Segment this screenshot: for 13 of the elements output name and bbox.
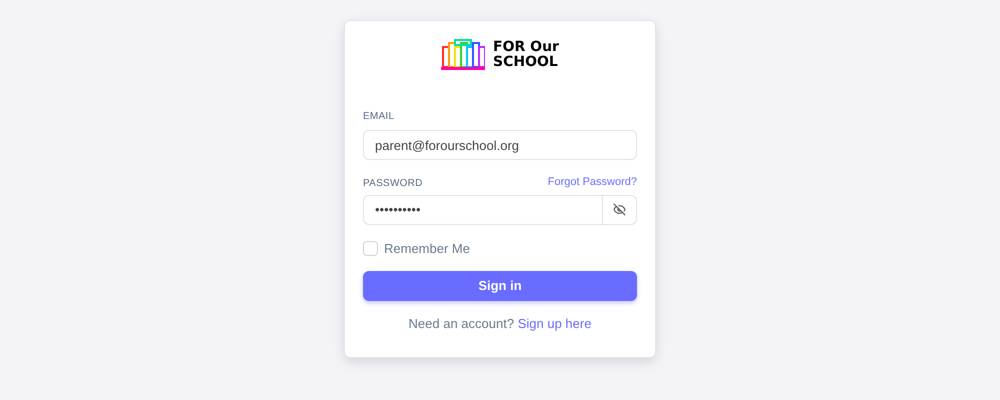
email-field[interactable]: parent@forourschool.org [363, 130, 637, 160]
field-label: PASSWORD [363, 176, 423, 190]
field-label: EMAIL [363, 110, 396, 124]
hide-password-icon[interactable] [613, 203, 626, 216]
logo-text: FOR Our SCHOOL [493, 40, 559, 70]
password-field[interactable]: •••••••••• [363, 194, 603, 224]
remember-checkbox[interactable] [363, 240, 378, 256]
remember-label: Remember Me [384, 240, 470, 258]
sign-up-link[interactable]: Sign up here [518, 316, 592, 331]
school-building-icon [441, 39, 486, 71]
signup-prompt: Need an account? Sign up here [408, 315, 592, 333]
forgot-password-link[interactable]: Forgot Password? [548, 174, 637, 190]
sign-in-button[interactable]: Sign in [363, 271, 637, 301]
